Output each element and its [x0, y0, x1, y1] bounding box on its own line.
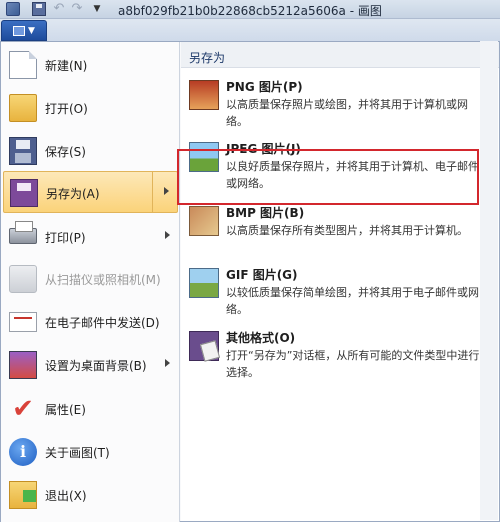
menu-item-label: 从扫描仪或照相机(M)	[45, 273, 161, 287]
format-description: 以高质量保存照片或绘图，并将其用于计算机或网络。	[226, 98, 468, 128]
submenu-header: 另存为	[181, 42, 499, 68]
menu-item-send-email[interactable]: 在电子邮件中发送(D)	[3, 301, 178, 343]
format-description: 以较低质量保存简单绘图，并将其用于电子邮件或网络。	[226, 286, 479, 316]
menu-item-label: 属性(E)	[45, 403, 86, 417]
window-title: a8bf029fb21b0b22868cb5212a5606a - 画图	[118, 4, 382, 18]
scrollbar[interactable]	[480, 41, 498, 520]
format-title: PNG 图片(P)	[226, 80, 303, 94]
menu-item-set-desktop-background[interactable]: 设置为桌面背景(B)	[3, 344, 178, 386]
customize-quick-access-icon[interactable]: ▼	[90, 2, 104, 16]
menu-item-label: 关于画图(T)	[45, 446, 110, 460]
submenu-divider	[152, 172, 153, 212]
menu-item-label: 设置为桌面背景(B)	[45, 359, 147, 373]
save-as-png[interactable]: PNG 图片(P) 以高质量保存照片或绘图，并将其用于计算机或网络。	[181, 78, 499, 130]
desktop-background-icon	[9, 351, 37, 379]
png-image-icon	[189, 80, 219, 110]
menu-item-label: 打印(P)	[45, 231, 86, 245]
application-menu-button[interactable]: ▼	[1, 20, 47, 41]
save-as-other-formats[interactable]: 其他格式(O) 打开“另存为”对话框，从所有可能的文件类型中进行选择。	[181, 329, 499, 381]
save-icon	[9, 137, 37, 165]
save-as-submenu: 另存为 PNG 图片(P) 以高质量保存照片或绘图，并将其用于计算机或网络。 J…	[181, 42, 499, 521]
menu-item-about-paint[interactable]: i 关于画图(T)	[3, 431, 178, 473]
format-title: BMP 图片(B)	[226, 206, 305, 220]
submenu-arrow-icon	[165, 359, 170, 367]
redo-icon[interactable]: ↷	[70, 2, 84, 16]
application-menu-icon	[13, 25, 26, 36]
submenu-arrow-icon	[165, 231, 170, 239]
save-icon[interactable]	[32, 2, 46, 16]
menu-item-label: 打开(O)	[45, 102, 88, 116]
menu-item-print[interactable]: 打印(P)	[3, 216, 178, 258]
scanner-icon	[9, 265, 37, 293]
info-icon: i	[9, 438, 37, 466]
format-description: 打开“另存为”对话框，从所有可能的文件类型中进行选择。	[226, 349, 480, 379]
printer-icon	[9, 221, 37, 244]
menu-item-properties[interactable]: ✔ 属性(E)	[3, 388, 178, 430]
paint-app-icon[interactable]	[6, 2, 20, 16]
exit-icon	[9, 481, 37, 509]
annotation-highlight-box	[177, 149, 479, 205]
save-as-icon	[10, 179, 38, 207]
menu-item-exit[interactable]: 退出(X)	[3, 474, 178, 516]
format-description: 以高质量保存所有类型图片，并将其用于计算机。	[226, 224, 468, 237]
menu-item-save-as[interactable]: 另存为(A)	[3, 171, 178, 213]
menu-item-label: 新建(N)	[45, 59, 88, 73]
menu-item-open[interactable]: 打开(O)	[3, 87, 178, 129]
submenu-title: 另存为	[189, 51, 226, 65]
menu-item-label: 退出(X)	[45, 489, 87, 503]
menu-item-save[interactable]: 保存(S)	[3, 130, 178, 172]
save-as-bmp[interactable]: BMP 图片(B) 以高质量保存所有类型图片，并将其用于计算机。	[181, 204, 499, 256]
format-title: 其他格式(O)	[226, 331, 296, 345]
undo-icon[interactable]: ↶	[52, 2, 66, 16]
chevron-down-icon: ▼	[28, 25, 35, 36]
menu-item-label: 在电子邮件中发送(D)	[45, 316, 160, 330]
gif-image-icon	[189, 268, 219, 298]
other-formats-icon	[189, 331, 219, 361]
bmp-image-icon	[189, 206, 219, 236]
menu-item-from-scanner: 从扫描仪或照相机(M)	[3, 258, 178, 300]
email-icon	[9, 312, 37, 332]
menu-item-label: 保存(S)	[45, 145, 86, 159]
file-menu-commands: 新建(N) 打开(O) 保存(S) 另存为(A) 打印(P) 从扫描仪或照相机(…	[1, 42, 180, 522]
title-bar: ↶ ↷ ▼ a8bf029fb21b0b22868cb5212a5606a - …	[0, 0, 500, 19]
open-folder-icon	[9, 94, 37, 122]
file-menu: 新建(N) 打开(O) 保存(S) 另存为(A) 打印(P) 从扫描仪或照相机(…	[0, 41, 500, 522]
save-as-gif[interactable]: GIF 图片(G) 以较低质量保存简单绘图，并将其用于电子邮件或网络。	[181, 266, 499, 318]
new-document-icon	[9, 51, 37, 79]
menu-item-label: 另存为(A)	[46, 187, 100, 201]
submenu-arrow-icon[interactable]	[164, 187, 169, 195]
menu-bar: ▼	[0, 19, 500, 41]
menu-item-new[interactable]: 新建(N)	[3, 44, 178, 86]
checkmark-icon: ✔	[12, 394, 34, 424]
format-title: GIF 图片(G)	[226, 268, 298, 282]
